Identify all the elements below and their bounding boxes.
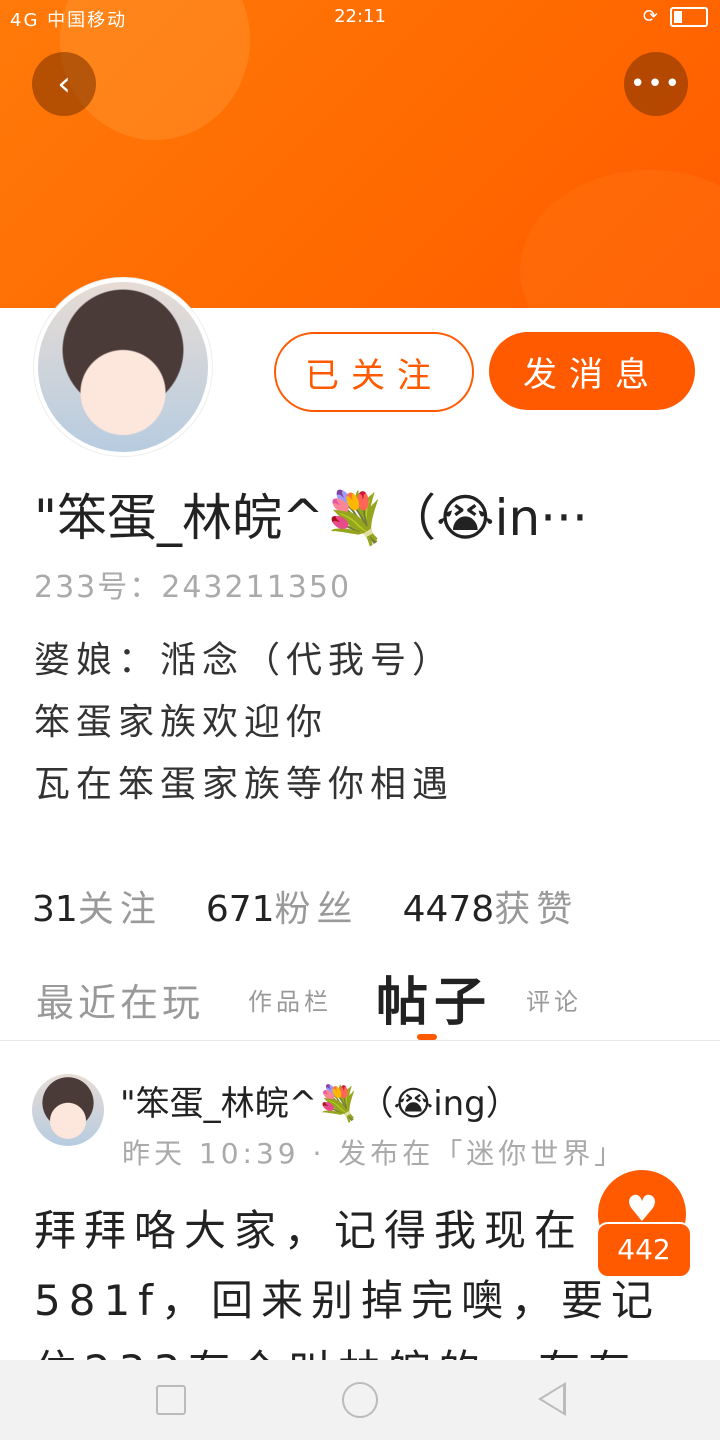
post-body[interactable]: 拜拜咯大家，记得我现在581f，回来别掉完噢，要记住233有个叫林皖的，有有 [34,1196,684,1360]
system-nav-bar [0,1360,720,1440]
like-button[interactable]: ♥ 442 [596,1170,692,1278]
profile-avatar[interactable] [34,278,212,456]
home-icon[interactable] [342,1382,378,1418]
following-count: 31 [32,889,78,930]
post-meta: 昨天 10:39 · 发布在「迷你世界」 [122,1137,627,1170]
battery-icon [670,6,708,27]
profile-bio: 婆娘：湉念（代我号） 笨蛋家族欢迎你 瓦在笨蛋家族等你相遇 [34,630,454,816]
more-button[interactable]: ••• [624,52,688,116]
like-count: 442 [596,1222,692,1278]
bio-line: 笨蛋家族欢迎你 [34,702,329,743]
tab-works[interactable]: 作品栏 [248,982,332,1017]
lock-rotation-icon: ⟳ [642,6,658,27]
back-button[interactable]: ‹ [32,52,96,116]
recent-apps-icon[interactable] [156,1385,186,1415]
following-stat[interactable]: 31关注 [32,880,162,932]
more-dots-icon: ••• [629,69,682,99]
status-bar: 4G 中国移动 22:11 ⟳ [0,0,720,36]
likes-count: 4478 [402,889,495,930]
likes-label: 获赞 [494,889,579,930]
tab-recent[interactable]: 最近在玩 [36,972,204,1027]
clock: 22:11 [334,6,386,27]
avatar-image [38,282,208,452]
post-author-avatar[interactable] [32,1074,104,1146]
profile-stats: 31关注 671粉丝 4478获赞 [32,880,578,932]
header-decoration [520,170,720,308]
post-author-name[interactable]: "笨蛋_林皖^💐（😭ing） [120,1076,520,1125]
profile-header-background [0,0,720,308]
tab-posts[interactable]: 帖子 [376,960,492,1035]
profile-uid: 233号：243211350 [34,570,352,605]
fans-count: 671 [205,889,275,930]
tab-comments[interactable]: 评论 [526,982,582,1017]
following-label: 关注 [77,889,162,930]
profile-username: "笨蛋_林皖^💐（😭in··· [34,489,588,547]
back-triangle-icon[interactable] [538,1382,566,1416]
followed-button[interactable]: 已关注 [274,332,474,412]
chevron-left-icon: ‹ [57,64,71,104]
fans-label: 粉丝 [274,889,359,930]
likes-stat: 4478获赞 [403,880,579,932]
send-message-button[interactable]: 发消息 [489,332,695,410]
divider [0,1040,720,1041]
bio-line: 瓦在笨蛋家族等你相遇 [34,764,455,805]
status-icons: ⟳ [643,6,708,27]
profile-tabs: 最近在玩 作品栏 帖子 评论 [0,960,720,1040]
bio-line: 婆娘：湉念（代我号） [34,640,455,681]
fans-stat[interactable]: 671粉丝 [206,880,359,932]
